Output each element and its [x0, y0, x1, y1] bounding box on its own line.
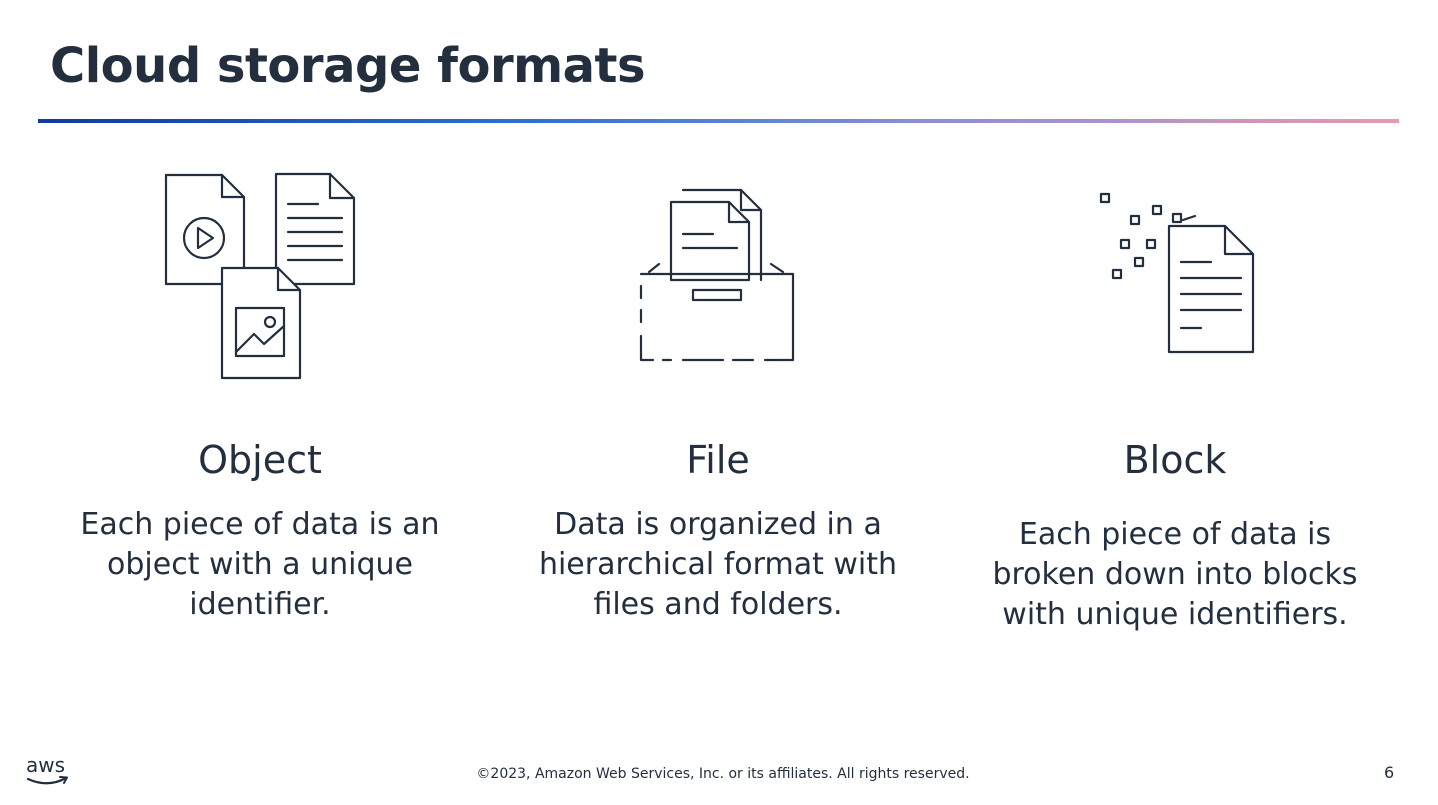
title-divider — [38, 119, 1399, 123]
object-description: Each piece of data is an object with a u… — [80, 507, 440, 622]
file-heading: File — [686, 438, 750, 482]
file-description: Data is organized in a hierarchical form… — [538, 507, 898, 622]
block-column: Block Each piece of data is broken down … — [965, 160, 1385, 632]
block-description: Each piece of data is broken down into b… — [992, 517, 1358, 632]
object-column: Object Each piece of data is an object w… — [50, 160, 470, 622]
block-heading: Block — [1123, 438, 1227, 482]
page-number: 6 — [1384, 763, 1395, 782]
object-heading: Object — [198, 438, 322, 482]
object-storage-icon — [164, 172, 356, 380]
file-column: File Data is organized in a hierarchical… — [508, 160, 928, 622]
copyright-notice: ©2023, Amazon Web Services, Inc. or its … — [476, 766, 970, 782]
file-storage-icon — [639, 188, 795, 362]
block-storage-icon — [1099, 192, 1255, 354]
slide-title: Cloud storage formats — [50, 38, 646, 94]
